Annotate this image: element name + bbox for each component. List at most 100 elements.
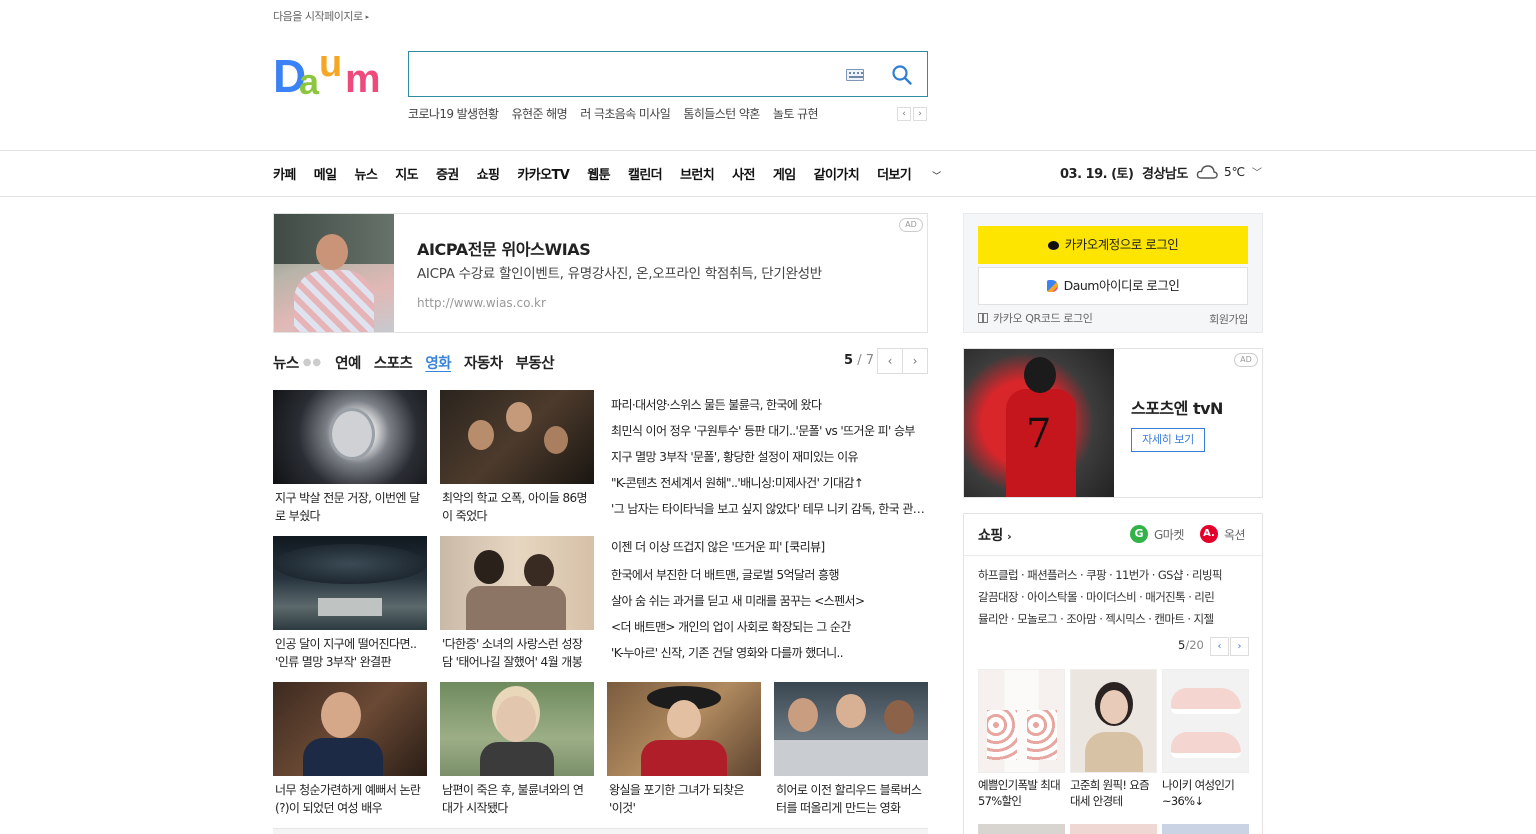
news-headline[interactable]: "K-콘텐츠 전세계서 원해"..'배니싱:미제사건' 기대감↑ — [611, 474, 925, 491]
news-card[interactable]: '다한증' 소녀의 사랑스런 성장담 '태어나길 잘했어' 4월 개봉 — [440, 536, 594, 671]
news-headline[interactable]: 'K-누아르' 신작, 기존 건달 영화와 다를까 했더니.. — [611, 644, 925, 661]
tab-news[interactable]: 뉴스 — [273, 352, 299, 373]
product-caption: 예쁨인기폭발 최대57%할인 — [978, 778, 1061, 808]
suggest-keyword[interactable]: 유현준 해명 — [512, 107, 568, 121]
ad-banner[interactable]: AICPA전문 위아스WIAS AICPA 수강료 할인이벤트, 유명강사진, … — [273, 213, 928, 333]
side-ad-image: 7 — [964, 349, 1114, 497]
news-card[interactable]: 너무 청순가련하게 예뻐서 논란(?)이 되었던 여성 배우 — [273, 682, 427, 817]
nav-webtoon[interactable]: 웹툰 — [587, 164, 610, 183]
side-ad-title[interactable]: 스포츠엔 tvN — [1131, 395, 1223, 419]
product-image[interactable] — [978, 824, 1065, 834]
nav-calendar[interactable]: 캘린더 — [628, 164, 663, 183]
news-headline[interactable]: <더 배트맨> 개인의 업이 사회로 확장되는 그 순간 — [611, 618, 925, 635]
tab-indicator-dots: ●● — [302, 357, 323, 368]
nav-together[interactable]: 같이가치 — [814, 164, 860, 183]
news-card[interactable]: 최악의 학교 오폭, 아이들 86명이 죽었다 — [440, 390, 594, 525]
gmarket-icon: G — [1130, 525, 1148, 543]
ad-title[interactable]: AICPA전문 위아스WIAS — [417, 236, 591, 260]
date-display: 03. 19. (토) — [1060, 167, 1134, 182]
auction-link[interactable]: 옥션 — [1224, 526, 1246, 543]
chevron-down-icon: ﹀ — [932, 172, 941, 182]
speech-bubble-icon — [1047, 241, 1059, 250]
tab-car[interactable]: 자동차 — [464, 352, 503, 373]
tab-movie[interactable]: 영화 — [425, 352, 451, 373]
nav-dictionary[interactable]: 사전 — [732, 164, 755, 183]
suggest-keyword[interactable]: 러 극초음속 미사일 — [580, 107, 671, 121]
product-card[interactable]: 예쁨인기폭발 최대57%할인 — [978, 669, 1065, 809]
suggest-keyword[interactable]: 놀토 규현 — [773, 107, 819, 121]
news-headline[interactable]: 한국에서 부진한 더 배트맨, 글로벌 5억달러 흥행 — [611, 566, 925, 583]
news-card[interactable]: 인공 달이 지구에 떨어진다면.. '인류 멸망 3부작' 완결판 — [273, 536, 427, 671]
shopping-title[interactable]: 쇼핑 › — [978, 525, 1012, 545]
chevron-right-icon: › — [1007, 530, 1012, 543]
product-image[interactable] — [1162, 824, 1249, 834]
daum-login-label: Daum아이디로 로그인 — [1063, 278, 1180, 293]
news-headline[interactable]: 살아 숨 쉬는 과거를 딛고 새 미래를 꿈꾸는 <스펜서> — [611, 592, 925, 609]
main-nav: 카페 메일 뉴스 지도 증권 쇼핑 카카오TV 웹툰 캘린더 브런치 사전 게임… — [273, 164, 977, 183]
signup-link[interactable]: 회원가입 — [1209, 311, 1248, 327]
news-prev-button[interactable]: ‹ — [877, 348, 903, 374]
nav-more[interactable]: 더보기 ﹀ — [877, 164, 959, 183]
news-card[interactable]: 지구 박살 전문 거장, 이번엔 달로 부쉈다 — [273, 390, 427, 525]
daum-login-button[interactable]: Daum아이디로 로그인 — [978, 267, 1248, 305]
news-headline[interactable]: 최민식 이어 정우 '구원투수' 등판 대기..'문폴' vs '뜨거운 피' … — [611, 422, 925, 439]
news-caption: 남편이 죽은 후, 불륜녀와의 연대가 시작됐다 — [442, 783, 584, 815]
shopping-prev-button[interactable]: ‹ — [1210, 637, 1229, 656]
start-page-link[interactable]: 다음을 시작페이지로 ▸ — [273, 8, 369, 24]
keyboard-icon[interactable] — [846, 69, 864, 81]
nav-mail[interactable]: 메일 — [314, 164, 337, 183]
product-card[interactable]: 나이키 여성인기 ~36%↓ — [1162, 669, 1249, 809]
gmarket-link[interactable]: G마켓 — [1154, 526, 1184, 543]
tab-entertainment[interactable]: 연예 — [335, 352, 361, 373]
news-headline[interactable]: 이젠 더 이상 뜨겁지 않은 '뜨거운 피' [쿡리뷰] — [611, 538, 925, 555]
chevron-down-icon[interactable]: ﹀ — [1252, 164, 1262, 179]
kakao-login-button[interactable]: 카카오계정으로 로그인 — [978, 226, 1248, 264]
side-ad-more-button[interactable]: 자세히 보기 — [1131, 428, 1205, 452]
ad-url[interactable]: http://www.wias.co.kr — [417, 296, 546, 310]
nav-map[interactable]: 지도 — [395, 164, 418, 183]
qr-login-link[interactable]: 카카오 QR코드 로그인 — [978, 310, 1093, 326]
logo-letter-m: m — [345, 57, 381, 98]
shopping-pager: 5/20 — [1178, 638, 1204, 652]
search-input[interactable] — [421, 62, 821, 86]
news-pager: 5 / 7 — [844, 353, 874, 368]
search-icon[interactable] — [891, 64, 913, 86]
daum-logo[interactable]: D a u m — [273, 50, 389, 98]
nav-stock[interactable]: 증권 — [436, 164, 459, 183]
news-next-button[interactable]: › — [902, 348, 928, 374]
nav-cafe[interactable]: 카페 — [273, 164, 296, 183]
login-box: 카카오계정으로 로그인 Daum아이디로 로그인 카카오 QR코드 로그인 회원… — [963, 213, 1263, 333]
nav-kakaotv[interactable]: 카카오TV — [517, 164, 569, 183]
news-card[interactable]: 남편이 죽은 후, 불륜녀와의 연대가 시작됐다 — [440, 682, 594, 817]
nav-more-label: 더보기 — [877, 168, 912, 183]
news-thumbnail — [774, 682, 928, 776]
suggest-keyword[interactable]: 코로나19 발생현황 — [408, 107, 499, 121]
tab-sports[interactable]: 스포츠 — [374, 352, 413, 373]
news-headline[interactable]: 지구 멸망 3부작 '문폴', 황당한 설정이 재미있는 이유 — [611, 448, 925, 465]
suggest-next-button[interactable]: › — [913, 107, 927, 121]
suggest-prev-button[interactable]: ‹ — [897, 107, 911, 121]
suggest-keyword[interactable]: 톰히들스턴 약혼 — [683, 107, 760, 121]
shopping-links[interactable]: 뮬리안 · 모놀로그 · 조아맘 · 젝시믹스 · 캔마트 · 지젤 — [978, 611, 1250, 627]
shopping-links[interactable]: 갈끔대장 · 아이스탁몰 · 마이더스비 · 매거진톡 · 리린 — [978, 589, 1250, 605]
news-headline[interactable]: 파리·대서양·스위스 물든 불륜극, 한국에 왔다 — [611, 396, 925, 413]
page-total: / 7 — [857, 353, 874, 368]
news-caption: 히어로 이전 할리우드 블록버스터를 떠올리게 만드는 영화 — [776, 783, 922, 815]
news-card[interactable]: 왕실을 포기한 그녀가 되찾은 '이것' — [607, 682, 761, 817]
shopping-next-button[interactable]: › — [1230, 637, 1249, 656]
nav-game[interactable]: 게임 — [773, 164, 796, 183]
news-headline[interactable]: '그 남자는 타이타닉을 보고 싶지 않았다' 테무 니키 감독, 한국 관객 … — [611, 500, 925, 517]
news-card[interactable]: 히어로 이전 할리우드 블록버스터를 떠올리게 만드는 영화 — [774, 682, 928, 817]
search-box[interactable] — [408, 51, 928, 97]
product-image[interactable] — [1070, 824, 1157, 834]
nav-brunch[interactable]: 브런치 — [680, 164, 715, 183]
nav-news[interactable]: 뉴스 — [354, 164, 377, 183]
product-card[interactable]: 고준희 원픽! 요즘대세 안경테 — [1070, 669, 1157, 809]
shopping-links[interactable]: 하프클럽 · 패션플러스 · 쿠팡 · 11번가 · GS샵 · 리빙픽 — [978, 567, 1250, 583]
jersey-number: 7 — [1026, 411, 1052, 457]
side-ad[interactable]: 7 스포츠엔 tvN 자세히 보기 AD — [963, 348, 1263, 498]
weather-region[interactable]: 경상남도 — [1142, 163, 1188, 182]
tab-realestate[interactable]: 부동산 — [516, 352, 555, 373]
nav-shopping[interactable]: 쇼핑 — [477, 164, 500, 183]
news-thumbnail — [273, 536, 427, 630]
